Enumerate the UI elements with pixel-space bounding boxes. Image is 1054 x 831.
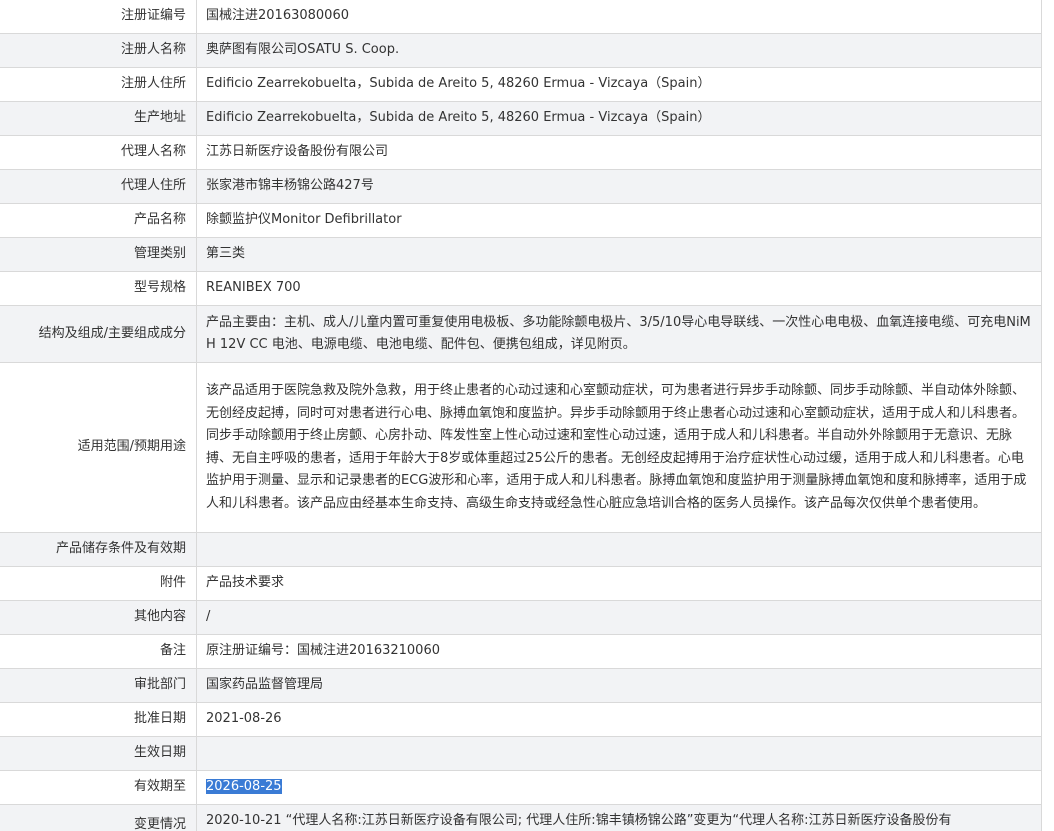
row-storage-conditions: 产品储存条件及有效期 — [0, 532, 1042, 567]
row-agent-address: 代理人住所 张家港市锦丰杨锦公路427号 — [0, 169, 1042, 204]
row-remarks: 备注 原注册证编号：国械注进20163210060 — [0, 634, 1042, 669]
row-other-content: 其他内容 / — [0, 600, 1042, 635]
field-value: 除颤监护仪Monitor Defibrillator — [196, 203, 1042, 238]
registration-detail-page: 注册证编号 国械注进20163080060 注册人名称 奥萨图有限公司OSATU… — [0, 0, 1054, 831]
field-value: Edificio Zearrekobuelta，Subida de Areito… — [196, 67, 1042, 102]
field-label: 生效日期 — [0, 736, 197, 771]
field-label: 注册人住所 — [0, 67, 197, 102]
field-label: 注册人名称 — [0, 33, 197, 68]
field-value: 产品技术要求 — [196, 566, 1042, 601]
field-label: 变更情况 — [0, 804, 197, 831]
field-value: 该产品适用于医院急救及院外急救，用于终止患者的心动过速和心室颤动症状，可为患者进… — [196, 362, 1042, 533]
row-approval-department: 审批部门 国家药品监督管理局 — [0, 668, 1042, 703]
field-value — [196, 736, 1042, 771]
field-value: 国家药品监督管理局 — [196, 668, 1042, 703]
registration-detail-table: 注册证编号 国械注进20163080060 注册人名称 奥萨图有限公司OSATU… — [0, 0, 1042, 831]
row-model-specification: 型号规格 REANIBEX 700 — [0, 271, 1042, 306]
page-edge — [1045, 0, 1054, 831]
field-label: 管理类别 — [0, 237, 197, 272]
field-label: 产品名称 — [0, 203, 197, 238]
field-label: 附件 — [0, 566, 197, 601]
row-registration-number: 注册证编号 国械注进20163080060 — [0, 0, 1042, 34]
field-value: 2020-10-21 “代理人名称:江苏日新医疗设备有限公司; 代理人住所:锦丰… — [196, 804, 1042, 831]
row-management-category: 管理类别 第三类 — [0, 237, 1042, 272]
field-value: / — [196, 600, 1042, 635]
field-value: 国械注进20163080060 — [196, 0, 1042, 34]
row-product-name: 产品名称 除颤监护仪Monitor Defibrillator — [0, 203, 1042, 238]
field-label: 结构及组成/主要组成成分 — [0, 305, 197, 363]
row-registrant-name: 注册人名称 奥萨图有限公司OSATU S. Coop. — [0, 33, 1042, 68]
field-label: 注册证编号 — [0, 0, 197, 34]
row-valid-until: 有效期至 2026-08-25 — [0, 770, 1042, 805]
field-value: 产品主要由：主机、成人/儿童内置可重复使用电极板、多功能除颤电极片、3/5/10… — [196, 305, 1042, 363]
row-structure-composition: 结构及组成/主要组成成分 产品主要由：主机、成人/儿童内置可重复使用电极板、多功… — [0, 305, 1042, 363]
row-agent-name: 代理人名称 江苏日新医疗设备股份有限公司 — [0, 135, 1042, 170]
field-value — [196, 532, 1042, 567]
field-value: REANIBEX 700 — [196, 271, 1042, 306]
field-label: 审批部门 — [0, 668, 197, 703]
field-value[interactable]: 2026-08-25 — [196, 770, 1042, 805]
field-value: 第三类 — [196, 237, 1042, 272]
field-label: 产品储存条件及有效期 — [0, 532, 197, 567]
row-intended-use: 适用范围/预期用途 该产品适用于医院急救及院外急救，用于终止患者的心动过速和心室… — [0, 362, 1042, 533]
row-registrant-address: 注册人住所 Edificio Zearrekobuelta，Subida de … — [0, 67, 1042, 102]
field-value: 奥萨图有限公司OSATU S. Coop. — [196, 33, 1042, 68]
field-label: 备注 — [0, 634, 197, 669]
field-label: 代理人名称 — [0, 135, 197, 170]
row-attachments: 附件 产品技术要求 — [0, 566, 1042, 601]
field-label: 适用范围/预期用途 — [0, 362, 197, 533]
row-production-address: 生产地址 Edificio Zearrekobuelta，Subida de A… — [0, 101, 1042, 136]
field-value: Edificio Zearrekobuelta，Subida de Areito… — [196, 101, 1042, 136]
field-value: 2021-08-26 — [196, 702, 1042, 737]
field-label: 生产地址 — [0, 101, 197, 136]
selected-text[interactable]: 2026-08-25 — [206, 779, 282, 795]
field-value: 张家港市锦丰杨锦公路427号 — [196, 169, 1042, 204]
field-label: 有效期至 — [0, 770, 197, 805]
field-label: 其他内容 — [0, 600, 197, 635]
field-value: 江苏日新医疗设备股份有限公司 — [196, 135, 1042, 170]
field-label: 型号规格 — [0, 271, 197, 306]
field-value: 原注册证编号：国械注进20163210060 — [196, 634, 1042, 669]
field-label: 批准日期 — [0, 702, 197, 737]
row-effective-date: 生效日期 — [0, 736, 1042, 771]
row-approval-date: 批准日期 2021-08-26 — [0, 702, 1042, 737]
row-change-history: 变更情况 2020-10-21 “代理人名称:江苏日新医疗设备有限公司; 代理人… — [0, 804, 1042, 831]
field-label: 代理人住所 — [0, 169, 197, 204]
